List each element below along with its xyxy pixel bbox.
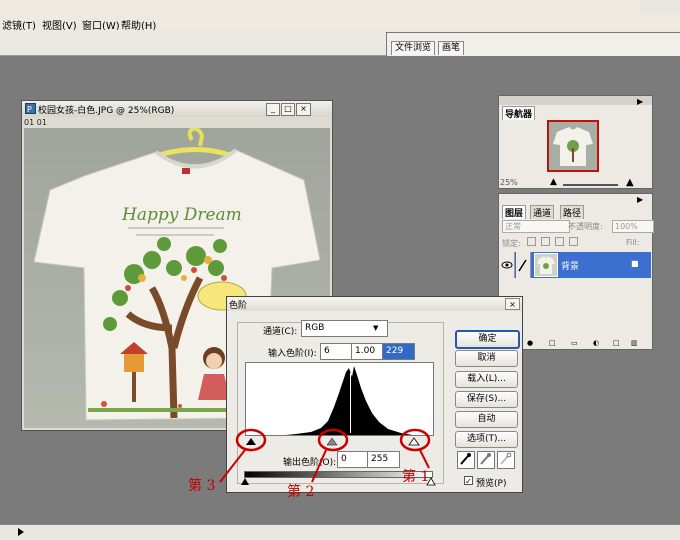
opacity-input[interactable]: 100% xyxy=(612,220,654,233)
shirt-print-text: Happy Dream xyxy=(121,205,242,225)
layer-style-icon[interactable]: ● xyxy=(527,339,533,347)
zoom-out-icon[interactable]: ▲ xyxy=(550,177,557,187)
new-group-icon[interactable]: ▭ xyxy=(571,339,578,347)
layer-lock-icon: ■ xyxy=(631,259,639,268)
lock-all-icon[interactable] xyxy=(569,237,578,246)
ok-button[interactable]: 确定 xyxy=(455,330,520,349)
layer-thumbnail xyxy=(534,253,558,277)
opacity-label: 不透明度: xyxy=(568,222,603,231)
options-button[interactable]: 选项(T)... xyxy=(455,431,518,448)
close-icon[interactable]: × xyxy=(296,103,311,116)
svg-text:P: P xyxy=(27,105,32,114)
tab-channels[interactable]: 通道 xyxy=(530,205,555,219)
output-black-field[interactable]: 0 xyxy=(337,451,370,468)
layer-mask-icon[interactable]: □ xyxy=(549,339,556,347)
output-levels-label: 输出色阶(O): xyxy=(283,458,337,468)
navigator-view-box[interactable] xyxy=(547,120,599,172)
levels-dialog-title: 色阶 xyxy=(229,301,248,311)
load-button[interactable]: 载入(L)... xyxy=(455,371,518,388)
input-sliders[interactable] xyxy=(244,436,436,447)
zoom-in-icon[interactable]: ▲ xyxy=(626,177,634,188)
document-status-bar xyxy=(0,524,680,540)
maximize-icon[interactable]: □ xyxy=(281,103,295,116)
navigator-thumbnail xyxy=(553,127,593,166)
navigator-panel-header[interactable] xyxy=(499,96,652,105)
white-point-slider[interactable] xyxy=(408,437,420,446)
input-gamma-field[interactable]: 1.00 xyxy=(351,343,384,360)
lock-pixels-icon[interactable] xyxy=(541,237,550,246)
lock-position-icon[interactable] xyxy=(555,237,564,246)
auto-button[interactable]: 自动 xyxy=(455,411,518,428)
save-button[interactable]: 保存(S)... xyxy=(455,391,518,408)
photoshop-doc-icon: P xyxy=(25,103,36,114)
document-status: 01 01 xyxy=(24,118,47,127)
preview-checkbox[interactable]: ✓ xyxy=(464,476,473,486)
gamma-slider[interactable] xyxy=(326,437,338,446)
tab-layers[interactable]: 图层 xyxy=(502,205,527,219)
panel-menu-icon-2[interactable]: ▶ xyxy=(637,195,643,204)
annotation-label-3: 第 3 xyxy=(188,478,216,494)
eye-icon xyxy=(501,261,513,269)
layer-thumbnail-image xyxy=(537,256,555,274)
input-black-field[interactable]: 6 xyxy=(320,343,353,360)
blend-mode-select[interactable]: 正常 xyxy=(502,220,570,233)
channel-label: 通道(C): xyxy=(263,327,298,337)
histogram xyxy=(245,362,434,436)
annotation-label-2: 第 2 xyxy=(287,484,315,500)
minimize-icon[interactable]: _ xyxy=(266,103,280,116)
gray-eyedropper-icon[interactable] xyxy=(477,451,495,469)
layer-name[interactable]: 背景 xyxy=(561,259,579,272)
layer-link-toggle[interactable] xyxy=(516,252,531,278)
input-white-field[interactable]: 229 xyxy=(382,343,415,360)
close-icon[interactable]: × xyxy=(505,298,520,310)
play-arrow-icon[interactable] xyxy=(17,527,25,537)
app-window-controls[interactable] xyxy=(640,0,680,14)
tab-brushes[interactable]: 画笔 xyxy=(438,41,465,55)
panel-menu-icon[interactable]: ▶ xyxy=(637,97,643,106)
new-layer-icon[interactable]: □ xyxy=(613,339,620,347)
zoom-slider[interactable] xyxy=(563,184,618,186)
chevron-down-icon[interactable]: ▼ xyxy=(373,324,378,332)
output-white-field[interactable]: 255 xyxy=(367,451,400,468)
preview-label: 预览(P) xyxy=(476,479,507,489)
output-black-slider[interactable] xyxy=(241,478,249,485)
cancel-button[interactable]: 取消 xyxy=(455,350,518,367)
white-eyedropper-icon[interactable] xyxy=(497,451,515,469)
layers-bottom-toolbar: ● ● □ ▭ ◐ □ ▥ xyxy=(505,339,645,347)
black-point-slider[interactable] xyxy=(246,438,256,445)
input-levels-label: 输入色阶(I): xyxy=(268,349,317,359)
menu-bar: 滤镜(T) 视图(V) 窗口(W) 帮助(H) xyxy=(0,0,680,32)
levels-dialog-titlebar[interactable] xyxy=(227,297,522,311)
trash-icon[interactable]: ▥ xyxy=(631,339,638,347)
document-title: 校园女孩-白色.JPG @ 25%(RGB) xyxy=(38,106,175,116)
annotation-label-1: 第 1 xyxy=(402,469,430,485)
layer-visibility-toggle[interactable] xyxy=(500,252,515,278)
histogram-graph xyxy=(286,366,413,435)
tab-navigator[interactable]: 导航器 xyxy=(502,106,536,120)
lock-transparency-icon[interactable] xyxy=(527,237,536,246)
adjustment-layer-icon[interactable]: ◐ xyxy=(593,339,599,347)
tab-file-browser[interactable]: 文件浏览 xyxy=(391,41,436,55)
lock-label: 锁定: xyxy=(502,239,521,248)
brush-icon xyxy=(518,259,527,272)
tab-paths[interactable]: 路径 xyxy=(560,205,585,219)
navigator-zoom-value[interactable]: 25% xyxy=(500,178,518,187)
black-eyedropper-icon[interactable] xyxy=(457,451,475,469)
